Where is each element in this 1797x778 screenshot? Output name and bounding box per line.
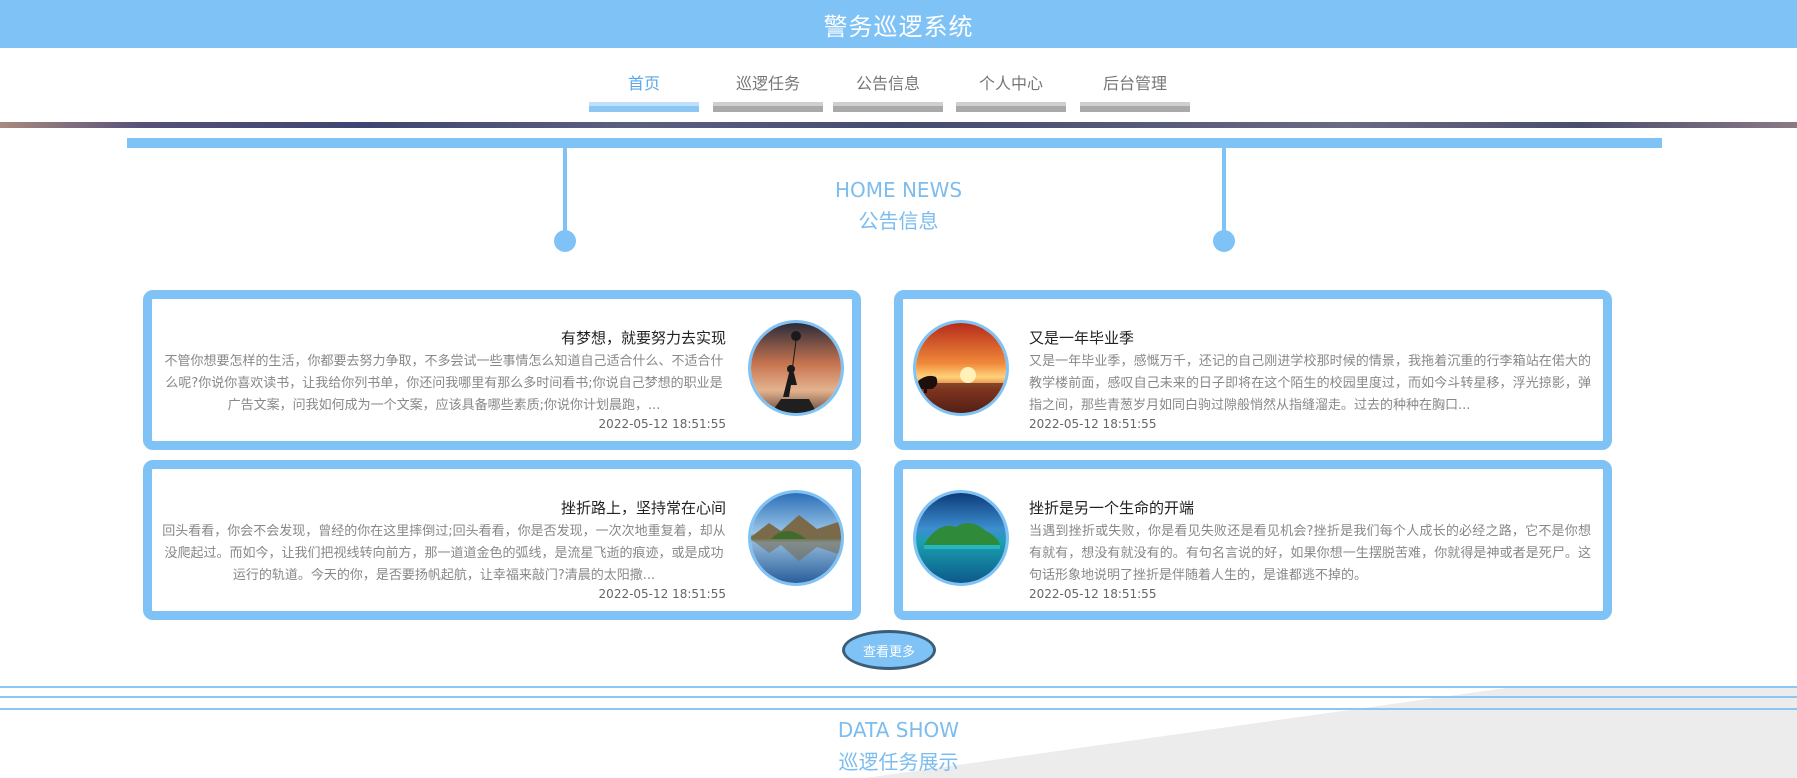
lake-reflection-icon [751,493,841,583]
lake-reflection-image[interactable] [748,490,844,586]
news-card[interactable]: 又是一年毕业季 又是一年毕业季，感慨万千，还记的自己刚进学校那时候的情景，我拖着… [894,290,1612,450]
news-section-title-en: HOME NEWS [834,178,963,202]
nav-item-home[interactable]: 首页 [589,48,699,112]
nav-item-patrol-tasks[interactable]: 巡逻任务 [713,48,823,112]
nav-item-label: 首页 [627,74,660,93]
banner-image-strip [0,122,1797,128]
nav-item-label: 后台管理 [1102,74,1167,93]
girl-balloon-sunset-image[interactable] [748,320,844,416]
data-section-title-cn: 巡逻任务展示 [838,750,959,774]
nav-indicator [833,102,943,112]
girl-balloon-sunset-icon [751,323,841,413]
site-title: 警务巡逻系统 [823,12,974,41]
view-more-button[interactable]: 查看更多 [842,630,936,670]
news-date: 2022-05-12 18:51:55 [1029,587,1157,601]
news-title[interactable]: 有梦想，就要努力去实现 [561,327,726,348]
news-date: 2022-05-12 18:51:55 [598,587,726,601]
divider-line [0,686,1797,688]
news-date: 2022-05-12 18:51:55 [1029,417,1157,431]
divider-line [0,696,1797,698]
nav-indicator [713,102,823,112]
sunset-tree-image[interactable] [913,320,1009,416]
sunset-tree-icon [916,323,1006,413]
news-excerpt: 又是一年毕业季，感慨万千，还记的自己刚进学校那时候的情景，我拖着沉重的行李箱站在… [1029,354,1591,413]
news-card[interactable]: 有梦想，就要努力去实现 不管你想要怎样的生活，你都要去努力争取，不多尝试一些事情… [143,290,861,450]
nav-item-label: 个人中心 [978,74,1043,93]
news-excerpt: 回头看看，你会不会发现，曾经的你在这里摔倒过;回头看看，你是否发现，一次次地重复… [162,524,726,583]
news-date: 2022-05-12 18:51:55 [598,417,726,431]
news-card[interactable]: 挫折是另一个生命的开端 当遇到挫折或失败，你是看见失败还是看见机会?挫折是我们每… [894,460,1612,620]
nav-indicator [956,102,1066,112]
tropical-island-image[interactable] [913,490,1009,586]
nav-item-admin[interactable]: 后台管理 [1080,48,1190,112]
news-excerpt: 不管你想要怎样的生活，你都要去努力争取，不多尝试一些事情怎么知道自己适合什么、不… [164,354,724,413]
top-header: 警务巡逻系统 [0,0,1797,48]
nav-item-label: 巡逻任务 [735,74,800,93]
nav-item-announcements[interactable]: 公告信息 [833,48,943,112]
nav-item-label: 公告信息 [855,74,920,93]
main-nav: 首页 巡逻任务 公告信息 个人中心 后台管理 [0,48,1797,122]
news-section-title-cn: 公告信息 [858,209,939,233]
tropical-island-icon [916,493,1006,583]
divider-line [0,708,1797,710]
news-hanger-bar [127,138,1662,148]
news-title[interactable]: 挫折是另一个生命的开端 [1029,497,1194,518]
news-card[interactable]: 挫折路上，坚持常在心间 回头看看，你会不会发现，曾经的你在这里摔倒过;回头看看，… [143,460,861,620]
nav-indicator [1080,102,1190,112]
nav-item-personal-center[interactable]: 个人中心 [956,48,1066,112]
data-section-title-en: DATA SHOW [837,718,960,742]
news-title[interactable]: 又是一年毕业季 [1029,327,1134,348]
nav-indicator [589,102,699,112]
news-title[interactable]: 挫折路上，坚持常在心间 [561,497,726,518]
news-excerpt: 当遇到挫折或失败，你是看见失败还是看见机会?挫折是我们每个人成长的必经之路，它不… [1029,524,1591,583]
